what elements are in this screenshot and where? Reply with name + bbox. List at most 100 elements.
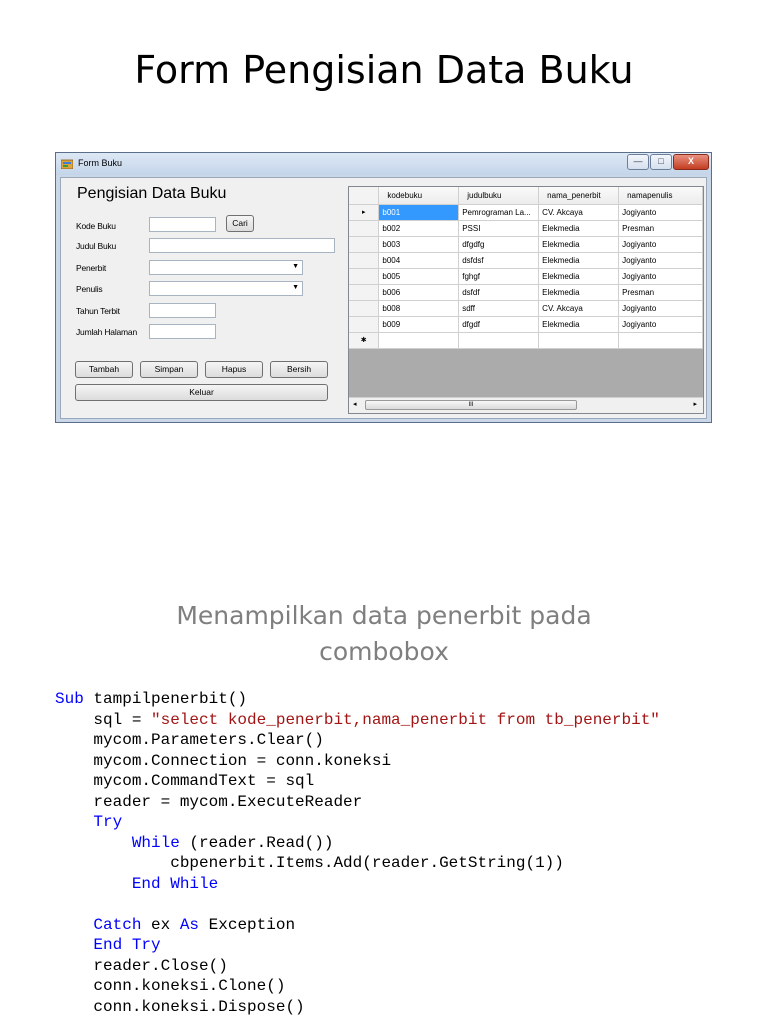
table-cell[interactable]: Elekmedia [538, 316, 620, 333]
table-cell[interactable]: b006 [378, 284, 460, 301]
code-text: sql = [55, 710, 152, 729]
code-line: Try [55, 812, 660, 833]
table-row[interactable]: b005 fghgf Elekmedia Jogiyanto [349, 268, 703, 285]
table-cell[interactable]: Jogiyanto [618, 300, 703, 317]
judul-buku-input[interactable] [149, 238, 335, 253]
tambah-button[interactable]: Tambah [75, 361, 133, 378]
row-header[interactable] [349, 236, 380, 253]
table-cell[interactable]: Elekmedia [538, 252, 620, 269]
table-cell[interactable]: Jogiyanto [618, 316, 703, 333]
row-header[interactable] [349, 316, 380, 333]
penerbit-combobox[interactable]: ▼ [149, 260, 303, 275]
maximize-button[interactable]: □ [650, 154, 672, 170]
keluar-button[interactable]: Keluar [75, 384, 328, 401]
table-cell[interactable]: dsfdf [458, 284, 540, 301]
scroll-thumb[interactable]: III [365, 400, 577, 410]
code-line: sql = "select kode_penerbit,nama_penerbi… [55, 710, 660, 731]
column-header[interactable]: judulbuku [458, 187, 540, 205]
table-cell[interactable]: b002 [378, 220, 460, 237]
bersih-button[interactable]: Bersih [270, 361, 328, 378]
table-cell[interactable]: b008 [378, 300, 460, 317]
table-cell[interactable]: sdff [458, 300, 540, 317]
penulis-combobox[interactable]: ▼ [149, 281, 303, 296]
table-cell[interactable]: PSSI [458, 220, 540, 237]
table-cell[interactable]: Jogiyanto [618, 204, 703, 221]
table-cell[interactable] [458, 332, 540, 349]
code-text: mycom.Parameters.Clear() [55, 731, 324, 749]
table-cell[interactable]: fghgf [458, 268, 540, 285]
horizontal-scrollbar[interactable]: ◂ III ▸ [349, 397, 703, 413]
code-text: reader.Close() [55, 956, 228, 975]
row-header[interactable] [349, 252, 380, 269]
minimize-button[interactable]: — [627, 154, 649, 170]
jumlah-halaman-input[interactable] [149, 324, 216, 339]
cari-button[interactable]: Cari [226, 215, 254, 232]
code-line: While (reader.Read()) [55, 833, 660, 854]
slide-title: Form Pengisian Data Buku [134, 48, 634, 92]
table-row[interactable]: b003 dfgdfg Elekmedia Jogiyanto [349, 236, 703, 253]
scroll-right-icon[interactable]: ▸ [693, 400, 697, 408]
row-header-corner [349, 187, 380, 205]
table-cell[interactable]: b009 [378, 316, 460, 333]
code-text: (reader.Read()) [179, 833, 334, 852]
table-cell[interactable] [538, 332, 620, 349]
row-header[interactable] [349, 220, 380, 237]
tahun-terbit-label: Tahun Terbit [76, 306, 120, 316]
table-cell[interactable]: b005 [378, 268, 460, 285]
table-cell[interactable]: Elekmedia [538, 284, 620, 301]
code-line: Sub tampilpenerbit() [55, 689, 660, 710]
code-line: mycom.Parameters.Clear() [55, 730, 660, 751]
code-line: mycom.CommandText = sql [55, 771, 660, 792]
tahun-terbit-input[interactable] [149, 303, 216, 318]
row-header[interactable] [349, 300, 380, 317]
table-row[interactable]: b009 dfgdf Elekmedia Jogiyanto [349, 316, 703, 333]
hapus-button[interactable]: Hapus [205, 361, 263, 378]
kode-buku-input[interactable] [149, 217, 216, 232]
table-cell[interactable] [378, 332, 460, 349]
row-header[interactable] [349, 268, 380, 285]
close-button[interactable]: X [673, 154, 709, 170]
table-cell[interactable]: b003 [378, 236, 460, 253]
table-cell[interactable]: Elekmedia [538, 268, 620, 285]
table-cell[interactable]: CV. Akcaya [538, 300, 620, 317]
table-cell[interactable]: Jogiyanto [618, 236, 703, 253]
jumlah-halaman-label: Jumlah Halaman [76, 327, 137, 337]
code-keyword: While [131, 833, 180, 852]
column-header[interactable]: kodebuku [378, 187, 460, 205]
table-cell[interactable]: Jogiyanto [618, 268, 703, 285]
table-cell[interactable]: Elekmedia [538, 236, 620, 253]
new-row[interactable]: ✱ [349, 332, 703, 349]
window-title: Form Buku [78, 158, 123, 168]
column-header[interactable]: namapenulis [618, 187, 703, 205]
form-client-area: Pengisian Data Buku Kode Buku Cari Judul… [60, 177, 707, 419]
column-header[interactable]: nama_penerbit [538, 187, 620, 205]
table-cell[interactable]: Presman [618, 284, 703, 301]
table-cell[interactable]: dfgdfg [458, 236, 540, 253]
table-cell[interactable] [618, 332, 703, 349]
data-grid[interactable]: kodebuku judulbuku nama_penerbit namapen… [348, 186, 704, 414]
table-cell[interactable]: Jogiyanto [618, 252, 703, 269]
table-row[interactable]: b002 PSSI Elekmedia Presman [349, 220, 703, 237]
table-row[interactable]: ▸ b001 Pemrograman La... CV. Akcaya Jogiyant… [349, 204, 703, 221]
window-titlebar[interactable]: Form Buku — □ X [56, 153, 711, 175]
table-cell[interactable]: dfgdf [458, 316, 540, 333]
table-cell[interactable]: b001 [378, 204, 460, 221]
scroll-left-icon[interactable]: ◂ [353, 400, 357, 408]
table-cell[interactable]: Presman [618, 220, 703, 237]
code-keyword: Sub [55, 690, 94, 708]
code-keyword: As [179, 915, 200, 934]
row-header[interactable] [349, 284, 380, 301]
table-cell[interactable]: Elekmedia [538, 220, 620, 237]
table-cell[interactable]: dsfdsf [458, 252, 540, 269]
table-cell[interactable]: CV. Akcaya [538, 204, 620, 221]
table-cell[interactable]: Pemrograman La... [458, 204, 540, 221]
slide-subtitle: Menampilkan data penerbit pada combobox [0, 598, 768, 670]
table-cell[interactable]: b004 [378, 252, 460, 269]
simpan-button[interactable]: Simpan [140, 361, 198, 378]
new-row-icon: ✱ [349, 332, 380, 349]
table-row[interactable]: b004 dsfdsf Elekmedia Jogiyanto [349, 252, 703, 269]
table-row[interactable]: b008 sdff CV. Akcaya Jogiyanto [349, 300, 703, 317]
form-buku-window: Form Buku — □ X Pengisian Data Buku Kode… [55, 152, 712, 423]
row-header[interactable]: ▸ [349, 204, 380, 221]
table-row[interactable]: b006 dsfdf Elekmedia Presman [349, 284, 703, 301]
